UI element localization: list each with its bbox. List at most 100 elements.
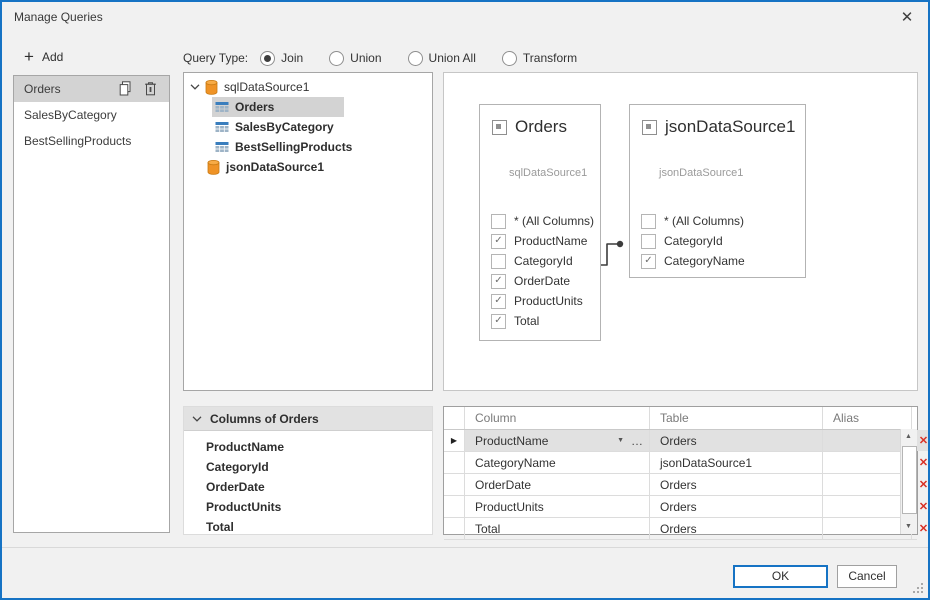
ellipsis-button[interactable]: … (631, 437, 643, 445)
grid-row-productname[interactable]: ▶ ProductName ▼ … Orders ✕ (444, 430, 917, 452)
grid-cell-alias[interactable] (823, 452, 912, 473)
radio-union[interactable]: Union (329, 51, 381, 66)
checkbox-checked[interactable] (491, 294, 506, 309)
grid-row-categoryname[interactable]: CategoryName jsonDataSource1 ✕ (444, 452, 917, 474)
columns-panel-header[interactable]: Columns of Orders (184, 407, 432, 431)
query-item-label: BestSellingProducts (24, 134, 131, 148)
column-item[interactable]: Total (184, 517, 432, 537)
tree-node-label: sqlDataSource1 (224, 80, 309, 94)
radio-label: Union All (429, 51, 476, 65)
table-card-header[interactable]: jsonDataSource1 (642, 117, 795, 137)
column-item[interactable]: CategoryId (184, 457, 432, 477)
grid-cell-alias[interactable] (823, 518, 912, 539)
checkbox-checked[interactable] (491, 314, 506, 329)
query-list: Orders SalesByCategory BestSellingProduc… (13, 75, 170, 533)
tree-node-bestsellingproducts[interactable]: BestSellingProducts (215, 137, 352, 157)
checkbox-unchecked[interactable] (641, 214, 656, 229)
radio-transform[interactable]: Transform (502, 51, 577, 66)
column-item[interactable]: ProductName (184, 437, 432, 457)
checkbox-unchecked[interactable] (641, 234, 656, 249)
grid-cell-table[interactable]: Orders (650, 430, 823, 451)
database-icon (207, 160, 220, 175)
field-row-categoryname[interactable]: CategoryName (641, 251, 799, 271)
grid-cell-table[interactable]: jsonDataSource1 (650, 452, 823, 473)
radio-label: Join (281, 51, 303, 65)
grid-row-total[interactable]: Total Orders ✕ (444, 518, 917, 540)
tree-node-sqldatasource1[interactable]: sqlDataSource1 (190, 77, 309, 97)
field-row-productunits[interactable]: ProductUnits (491, 291, 594, 311)
field-row-categoryid[interactable]: CategoryId (491, 251, 594, 271)
table-handle-icon (642, 120, 657, 135)
table-handle-icon (492, 120, 507, 135)
table-card-jsondatasource1[interactable]: jsonDataSource1 jsonDataSource1 * (All C… (629, 104, 806, 278)
chevron-down-icon[interactable] (190, 84, 200, 90)
scroll-up-icon[interactable]: ▲ (901, 429, 916, 444)
field-row-productname[interactable]: ProductName (491, 231, 594, 251)
column-item[interactable]: ProductUnits (184, 497, 432, 517)
field-row-orderdate[interactable]: OrderDate (491, 271, 594, 291)
field-label: CategoryId (664, 234, 723, 248)
dropdown-arrow-icon[interactable]: ▼ (617, 437, 624, 444)
ok-button[interactable]: OK (733, 565, 828, 588)
grid-header-table: Table (650, 407, 823, 429)
table-icon (215, 141, 229, 153)
field-list: * (All Columns) ProductName CategoryId O… (491, 211, 594, 331)
checkbox-unchecked[interactable] (491, 254, 506, 269)
add-button-label: Add (42, 50, 63, 64)
table-card-header[interactable]: Orders (492, 117, 567, 137)
radio-label: Union (350, 51, 381, 65)
radio-icon (329, 51, 344, 66)
field-row-all-columns[interactable]: * (All Columns) (491, 211, 594, 231)
tree-node-jsondatasource1[interactable]: jsonDataSource1 (207, 157, 324, 177)
grid-cell-column[interactable]: CategoryName (465, 452, 650, 473)
checkbox-checked[interactable] (641, 254, 656, 269)
cancel-button[interactable]: Cancel (837, 565, 897, 588)
grid-cell-table[interactable]: Orders (650, 474, 823, 495)
trash-icon[interactable] (144, 81, 157, 96)
grid-vertical-scrollbar[interactable]: ▲ ▼ (900, 429, 917, 534)
grid-row-productunits[interactable]: ProductUnits Orders ✕ (444, 496, 917, 518)
field-label: OrderDate (514, 274, 570, 288)
checkbox-checked[interactable] (491, 234, 506, 249)
grid-cell-column[interactable]: ProductName ▼ … (465, 430, 650, 451)
grid-cell-alias[interactable] (823, 496, 912, 517)
copy-icon[interactable] (119, 81, 132, 96)
grid-cell-table[interactable]: Orders (650, 496, 823, 517)
footer-divider (2, 547, 928, 548)
grid-cell-column[interactable]: ProductUnits (465, 496, 650, 517)
table-card-title: jsonDataSource1 (665, 117, 795, 137)
checkbox-unchecked[interactable] (491, 214, 506, 229)
query-list-item-bestsellingproducts[interactable]: BestSellingProducts (14, 128, 169, 154)
scroll-down-icon[interactable]: ▼ (901, 519, 916, 534)
resize-grip[interactable] (921, 591, 923, 593)
query-type-bar: Query Type: Join Union Union All Transfo… (183, 48, 577, 68)
grid-cell-alias[interactable] (823, 474, 912, 495)
add-query-button[interactable]: + Add (24, 50, 63, 64)
scrollbar-thumb[interactable] (902, 446, 917, 514)
field-row-categoryid[interactable]: CategoryId (641, 231, 799, 251)
tree-node-salesbycategory[interactable]: SalesByCategory (215, 117, 334, 137)
radio-label: Transform (523, 51, 577, 65)
field-row-all-columns[interactable]: * (All Columns) (641, 211, 799, 231)
row-indicator-icon: ▶ (444, 430, 465, 451)
close-icon[interactable]: ✕ (896, 7, 918, 29)
checkbox-checked[interactable] (491, 274, 506, 289)
column-mapping-grid: Column Table Alias ▶ ProductName ▼ … Ord… (443, 406, 918, 535)
tree-node-label: Orders (235, 100, 274, 114)
table-card-orders[interactable]: Orders sqlDataSource1 * (All Columns) Pr… (479, 104, 601, 341)
grid-cell-column[interactable]: OrderDate (465, 474, 650, 495)
grid-cell-table[interactable]: Orders (650, 518, 823, 539)
query-list-item-salesbycategory[interactable]: SalesByCategory (14, 102, 169, 128)
join-designer-surface: Orders sqlDataSource1 * (All Columns) Pr… (443, 72, 918, 391)
tree-node-orders[interactable]: Orders (215, 97, 274, 117)
radio-join[interactable]: Join (260, 51, 303, 66)
chevron-down-icon[interactable] (192, 416, 202, 422)
grid-row-orderdate[interactable]: OrderDate Orders ✕ (444, 474, 917, 496)
radio-union-all[interactable]: Union All (408, 51, 476, 66)
column-item[interactable]: OrderDate (184, 477, 432, 497)
field-row-total[interactable]: Total (491, 311, 594, 331)
field-label: CategoryName (664, 254, 745, 268)
grid-cell-alias[interactable] (823, 430, 912, 451)
grid-cell-column[interactable]: Total (465, 518, 650, 539)
query-list-item-orders[interactable]: Orders (14, 76, 169, 102)
